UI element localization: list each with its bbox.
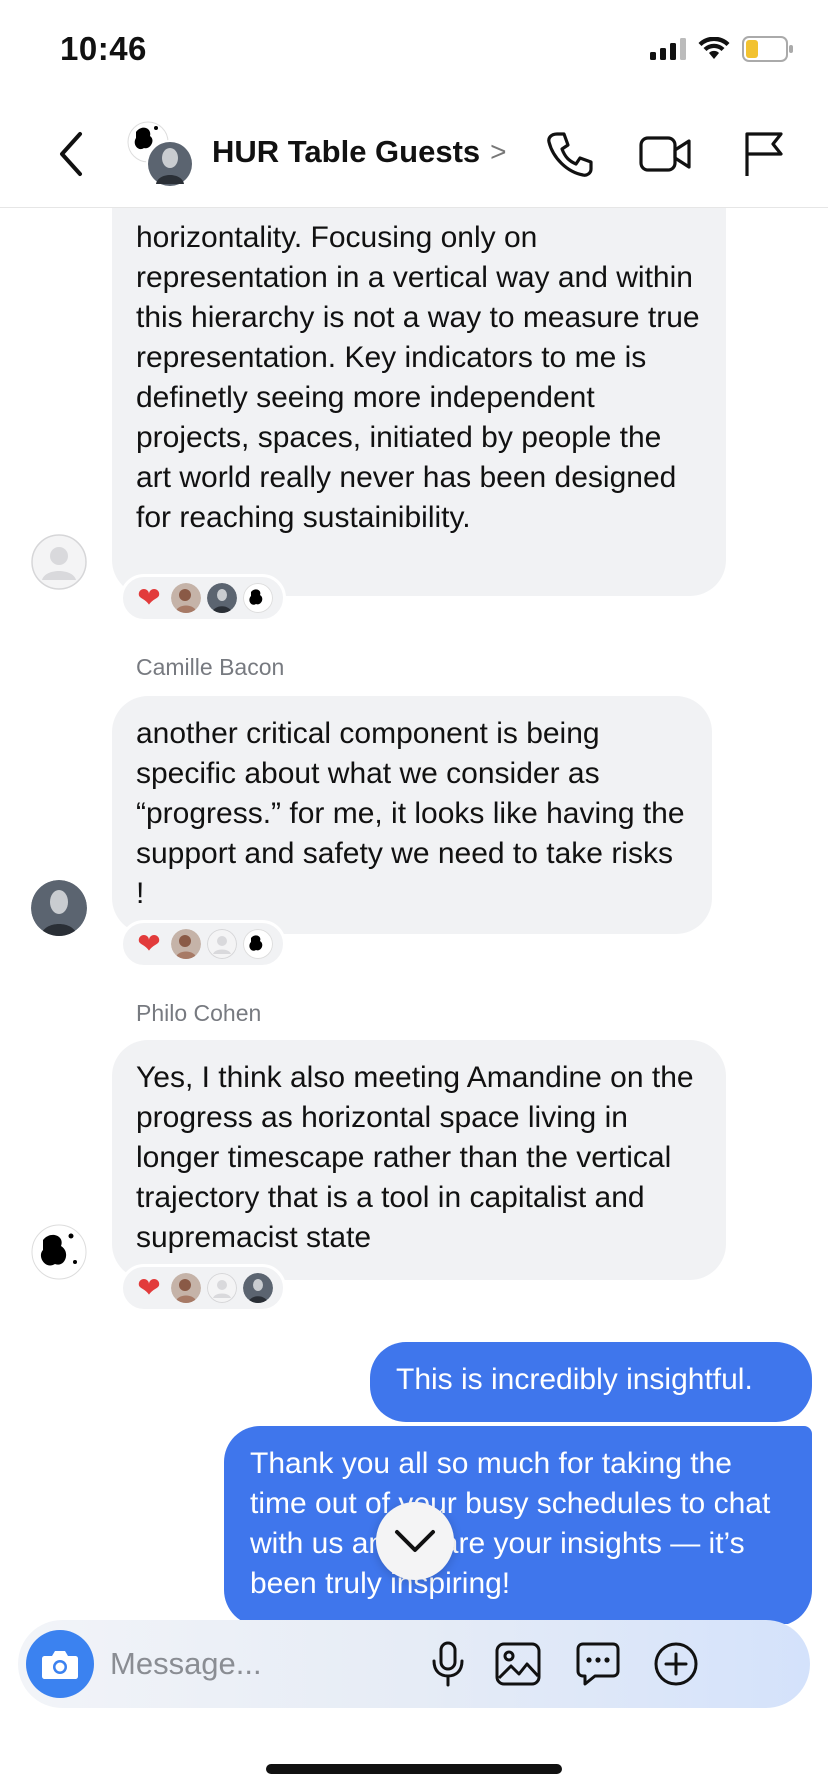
message-text: Yes, I think also meeting Amandine on th… bbox=[136, 1061, 694, 1254]
reaction-avatar bbox=[171, 583, 201, 613]
reaction-avatar bbox=[243, 929, 273, 959]
message-text: Thank you all so much for taking the tim… bbox=[250, 1447, 771, 1600]
message-input[interactable] bbox=[110, 1636, 470, 1692]
group-title[interactable]: HUR Table Guests > bbox=[212, 134, 507, 170]
status-bar: 10:46 bbox=[0, 0, 828, 100]
user-avatar-icon bbox=[31, 880, 87, 936]
plus-circle-icon bbox=[654, 1642, 698, 1686]
reactions[interactable]: ❤ bbox=[120, 1264, 286, 1312]
status-icons bbox=[650, 36, 794, 62]
heart-reaction-icon: ❤ bbox=[137, 1272, 161, 1303]
message-text: another critical component is being spec… bbox=[136, 717, 685, 910]
signal-icon bbox=[650, 38, 686, 60]
wifi-icon bbox=[698, 37, 730, 59]
user-avatar-icon bbox=[31, 1224, 87, 1280]
image-icon bbox=[495, 1642, 541, 1686]
chat-bubble-icon bbox=[576, 1642, 620, 1686]
chevron-right-icon: > bbox=[490, 136, 507, 167]
sticker-button[interactable] bbox=[572, 1638, 624, 1690]
camera-icon bbox=[42, 1651, 78, 1679]
scroll-to-bottom-button[interactable] bbox=[376, 1502, 454, 1580]
reaction-avatar bbox=[243, 583, 273, 613]
message-text: This is incredibly insightful. bbox=[396, 1363, 753, 1396]
back-chevron-icon bbox=[60, 132, 82, 176]
message-list[interactable]: horizontality. Focusing only on represen… bbox=[0, 208, 828, 1624]
phone-icon bbox=[547, 132, 593, 177]
group-title-text: HUR Table Guests bbox=[212, 134, 481, 169]
message-bubble-outgoing[interactable]: This is incredibly insightful. bbox=[370, 1342, 812, 1422]
call-button[interactable] bbox=[540, 126, 598, 182]
message-bubble[interactable]: horizontality. Focusing only on represen… bbox=[112, 208, 726, 596]
reaction-avatar bbox=[207, 1273, 237, 1303]
gallery-button[interactable] bbox=[492, 1638, 544, 1690]
group-avatar[interactable] bbox=[126, 120, 196, 190]
reaction-avatar bbox=[243, 1273, 273, 1303]
report-button[interactable] bbox=[734, 126, 792, 182]
default-avatar-icon bbox=[31, 534, 87, 590]
avatar[interactable] bbox=[31, 880, 87, 936]
group-avatar-icon bbox=[127, 121, 194, 188]
chat-header: HUR Table Guests > bbox=[0, 100, 828, 208]
message-text: horizontality. Focusing only on represen… bbox=[136, 221, 700, 534]
reaction-avatar bbox=[171, 1273, 201, 1303]
reactions[interactable]: ❤ bbox=[120, 920, 286, 968]
message-bubble[interactable]: another critical component is being spec… bbox=[112, 696, 712, 934]
back-button[interactable] bbox=[52, 128, 92, 180]
status-time: 10:46 bbox=[60, 30, 147, 67]
reactions[interactable]: ❤ bbox=[120, 574, 286, 622]
avatar[interactable] bbox=[31, 1224, 87, 1280]
reaction-avatar bbox=[207, 929, 237, 959]
message-composer bbox=[18, 1620, 810, 1708]
message-bubble[interactable]: Yes, I think also meeting Amandine on th… bbox=[112, 1040, 726, 1280]
message-bubble-outgoing[interactable]: Thank you all so much for taking the tim… bbox=[224, 1426, 812, 1624]
video-camera-icon bbox=[639, 136, 691, 172]
microphone-icon bbox=[432, 1641, 464, 1687]
sender-name: Philo Cohen bbox=[136, 1000, 262, 1026]
voice-message-button[interactable] bbox=[422, 1638, 474, 1690]
home-indicator bbox=[266, 1764, 562, 1774]
reaction-avatar bbox=[207, 583, 237, 613]
camera-button[interactable] bbox=[26, 1630, 94, 1698]
avatar[interactable] bbox=[31, 534, 87, 590]
heart-reaction-icon: ❤ bbox=[137, 928, 161, 959]
video-call-button[interactable] bbox=[636, 126, 694, 182]
battery-icon bbox=[742, 36, 793, 62]
chevron-down-icon bbox=[395, 1530, 435, 1552]
flag-icon bbox=[745, 132, 783, 176]
more-options-button[interactable] bbox=[650, 1638, 702, 1690]
reaction-avatar bbox=[171, 929, 201, 959]
heart-reaction-icon: ❤ bbox=[137, 582, 161, 613]
sender-name: Camille Bacon bbox=[136, 654, 285, 680]
